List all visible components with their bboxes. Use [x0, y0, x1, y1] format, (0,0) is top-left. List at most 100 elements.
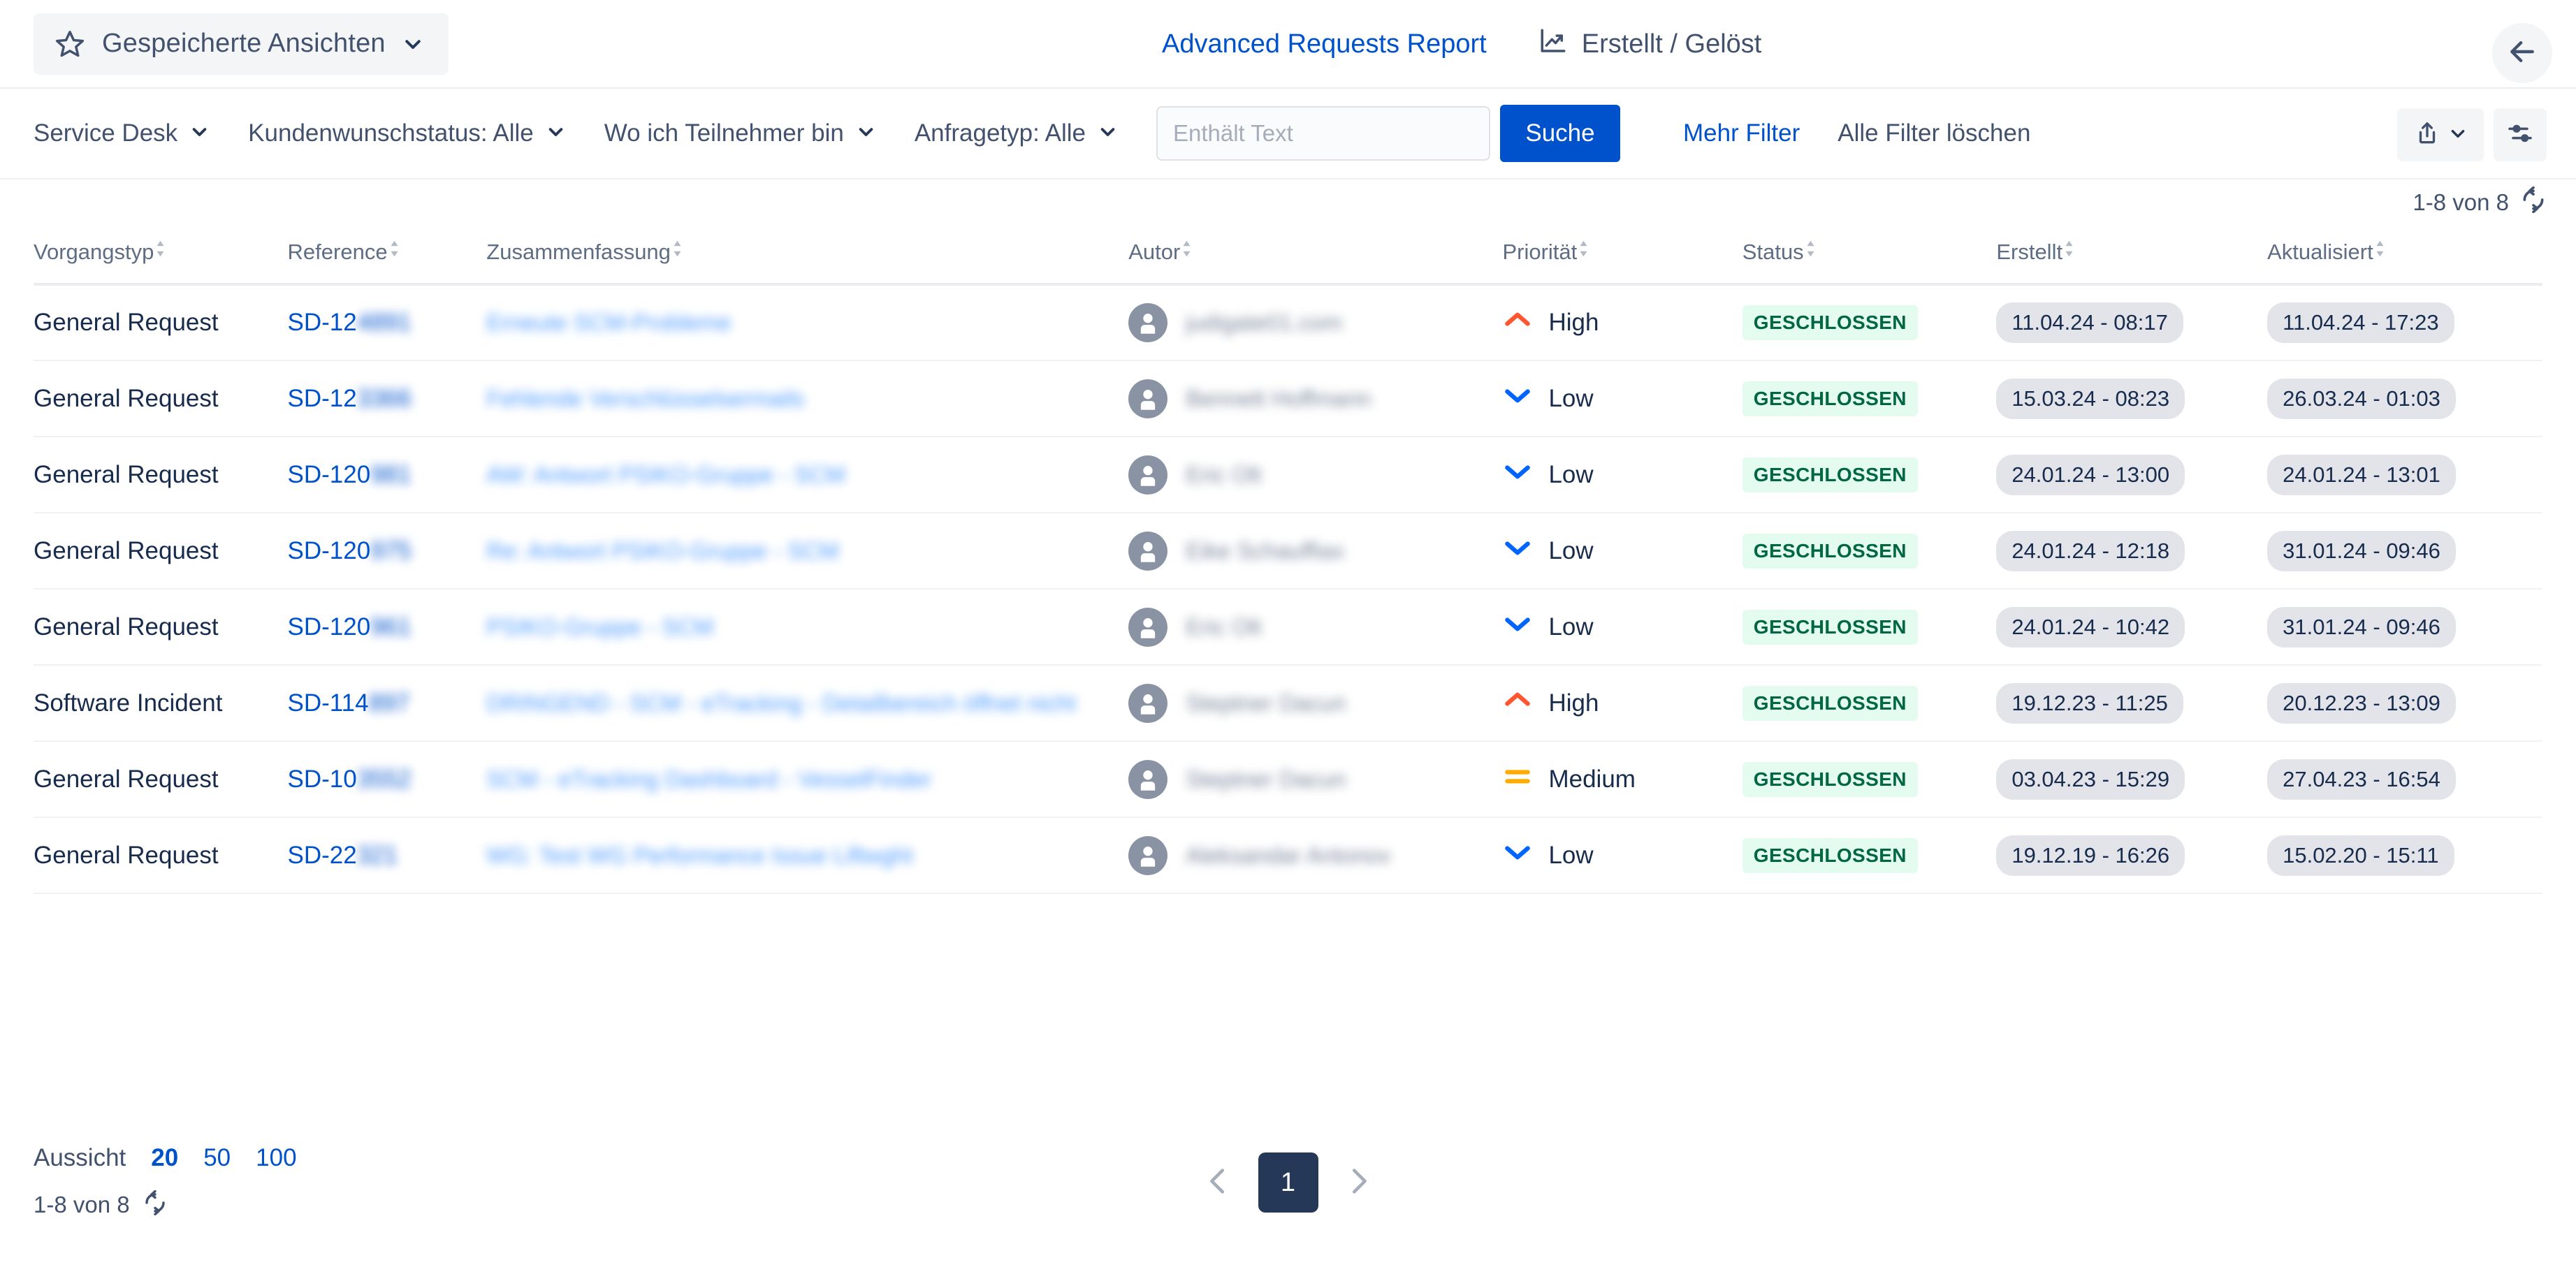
column-header-status[interactable]: Status: [1742, 233, 1997, 284]
created-resolved-nav-item[interactable]: Erstellt / Gelöst: [1538, 27, 1762, 63]
column-settings-button[interactable]: [2494, 108, 2547, 161]
cell-reference[interactable]: SD-120961: [288, 589, 487, 665]
summary-redacted: Re: Antwort PSIKO-Gruppe - SCM: [486, 537, 839, 564]
cell-zusammenfassung[interactable]: Re: Antwort PSIKO-Gruppe - SCM: [486, 513, 1128, 589]
cell-vorgangstyp: General Request: [34, 513, 288, 589]
filter-participant[interactable]: Wo ich Teilnehmer bin: [604, 119, 875, 147]
cell-zusammenfassung[interactable]: DRINGEND - SCM - eTracking - Detailberei…: [486, 665, 1128, 741]
reference-link[interactable]: SD-22: [288, 842, 357, 869]
priority-low-icon: [1502, 608, 1533, 645]
table-row[interactable]: General Request SD-120961 PSIKO-Gruppe - S…: [34, 589, 2542, 665]
column-header-zusammenfassung[interactable]: Zusammenfassung: [486, 233, 1128, 284]
reference-link[interactable]: SD-12: [288, 309, 357, 336]
cell-zusammenfassung[interactable]: Erneute SCM-Probleme: [486, 284, 1128, 360]
cell-reference[interactable]: SD-103552: [288, 741, 487, 817]
table-row[interactable]: General Request SD-103552 SCM - eTracking …: [34, 741, 2542, 817]
column-header-erstellt[interactable]: Erstellt: [1996, 233, 2267, 284]
column-header-autor[interactable]: Autor: [1128, 233, 1502, 284]
chevron-down-icon: [2449, 124, 2467, 146]
priority-low-icon: [1502, 380, 1533, 417]
created-resolved-label: Erstellt / Gelöst: [1581, 29, 1762, 59]
cell-vorgangstyp: General Request: [34, 817, 288, 893]
cell-zusammenfassung[interactable]: Fehlende Verschlüsselsermails: [486, 360, 1128, 437]
cell-vorgangstyp: General Request: [34, 741, 288, 817]
column-header-aktualisiert[interactable]: Aktualisiert: [2267, 233, 2542, 284]
result-count-top: 1-8 von 8: [2413, 186, 2547, 219]
pagination-prev-button[interactable]: [1202, 1165, 1235, 1201]
avatar: [1128, 455, 1168, 495]
cell-aktualisiert: 11.04.24 - 17:23: [2267, 284, 2542, 360]
back-button[interactable]: [2492, 23, 2552, 83]
cell-reference[interactable]: SD-120975: [288, 513, 487, 589]
filter-request-type[interactable]: Anfragetyp: Alle: [915, 119, 1117, 147]
cell-status: GESCHLOSSEN: [1742, 665, 1997, 741]
updated-date: 24.01.24 - 13:01: [2267, 454, 2456, 495]
updated-date: 31.01.24 - 09:46: [2267, 530, 2456, 571]
cell-aktualisiert: 31.01.24 - 09:46: [2267, 513, 2542, 589]
cell-zusammenfassung[interactable]: SCM - eTracking Dashboard - VesselFinder: [486, 741, 1128, 817]
cell-reference[interactable]: SD-22321: [288, 817, 487, 893]
priority-label: Low: [1548, 384, 1594, 412]
cell-erstellt: 15.03.24 - 08:23: [1996, 360, 2267, 437]
cell-erstellt: 24.01.24 - 12:18: [1996, 513, 2267, 589]
table-row[interactable]: General Request SD-120981 AW: Antwort PSIK…: [34, 437, 2542, 513]
summary-redacted: Fehlende Verschlüsselsermails: [486, 385, 805, 411]
reference-link[interactable]: SD-120: [288, 461, 371, 488]
reference-redacted: 3552: [356, 765, 412, 793]
search-input[interactable]: [1156, 106, 1490, 161]
table-row[interactable]: General Request SD-124891 Erneute SCM-Prob…: [34, 284, 2542, 360]
app-root: Gespeicherte Ansichten Advanced Requests…: [0, 0, 2576, 1281]
export-button[interactable]: [2397, 108, 2484, 161]
search-button[interactable]: Suche: [1499, 105, 1620, 162]
pagination-page-1[interactable]: 1: [1258, 1152, 1318, 1213]
filter-service-desk[interactable]: Service Desk: [34, 119, 209, 147]
column-header-label: Reference: [287, 240, 388, 264]
reference-link[interactable]: SD-12: [288, 385, 357, 412]
table-row[interactable]: General Request SD-120975 Re: Antwort PSIK…: [34, 513, 2542, 589]
clear-all-filters-link[interactable]: Alle Filter löschen: [1838, 119, 2030, 147]
column-header-label: Priorität: [1502, 240, 1578, 264]
cell-zusammenfassung[interactable]: WG: Test WG Performance Issue Liftwght: [486, 817, 1128, 893]
saved-views-button[interactable]: Gespeicherte Ansichten: [34, 13, 449, 75]
cell-aktualisiert: 15.02.20 - 15:11: [2267, 817, 2542, 893]
reference-link[interactable]: SD-120: [288, 537, 371, 564]
refresh-icon[interactable]: [2520, 186, 2547, 219]
table-row[interactable]: General Request SD-123366 Fehlende Verschl…: [34, 360, 2542, 437]
search-group: Suche: [1156, 105, 1620, 162]
cell-reference[interactable]: SD-120981: [288, 437, 487, 513]
pagination-next-button[interactable]: [1342, 1165, 1374, 1201]
cell-status: GESCHLOSSEN: [1742, 741, 1997, 817]
priority-medium-icon: [1502, 761, 1533, 798]
table-row[interactable]: General Request SD-22321 WG: Test WG Perfo…: [34, 817, 2542, 893]
created-date: 19.12.23 - 11:25: [1996, 682, 2183, 724]
status-badge: GESCHLOSSEN: [1742, 381, 1918, 416]
cell-reference[interactable]: SD-114897: [288, 665, 487, 741]
priority-low-icon: [1502, 837, 1533, 874]
column-header-vorgangstyp[interactable]: Vorgangstyp: [34, 233, 288, 284]
status-badge: GESCHLOSSEN: [1742, 609, 1918, 645]
column-header-label: Autor: [1128, 240, 1181, 264]
chevron-left-icon: [1202, 1165, 1235, 1201]
reference-link[interactable]: SD-10: [288, 766, 357, 793]
more-filters-link[interactable]: Mehr Filter: [1683, 119, 1800, 147]
cell-reference[interactable]: SD-123366: [288, 360, 487, 437]
cell-zusammenfassung[interactable]: PSIKO-Gruppe - SCM: [486, 589, 1128, 665]
filter-customer-status[interactable]: Kundenwunschstatus: Alle: [248, 119, 565, 147]
cell-reference[interactable]: SD-124891: [288, 284, 487, 360]
priority-low-icon: [1502, 456, 1533, 493]
author-name-redacted: judigate01.com: [1186, 309, 1343, 335]
advanced-requests-report-link[interactable]: Advanced Requests Report: [1162, 29, 1487, 59]
table-row[interactable]: Software Incident SD-114897 DRINGEND - SCM…: [34, 665, 2542, 741]
created-date: 19.12.19 - 16:26: [1996, 835, 2185, 876]
reference-link[interactable]: SD-120: [288, 613, 371, 640]
sort-icon: [1182, 238, 1192, 265]
reference-link[interactable]: SD-114: [288, 689, 369, 717]
filter-service-desk-label: Service Desk: [34, 119, 178, 147]
updated-date: 11.04.24 - 17:23: [2267, 302, 2454, 343]
cell-aktualisiert: 31.01.24 - 09:46: [2267, 589, 2542, 665]
column-header-reference[interactable]: Reference: [288, 233, 487, 284]
column-header-prioritaet[interactable]: Priorität: [1502, 233, 1742, 284]
author-name-redacted: Eric Olt: [1186, 461, 1262, 488]
reference-redacted: 321: [356, 841, 398, 869]
cell-zusammenfassung[interactable]: AW: Antwort PSIKO-Gruppe - SCM: [486, 437, 1128, 513]
